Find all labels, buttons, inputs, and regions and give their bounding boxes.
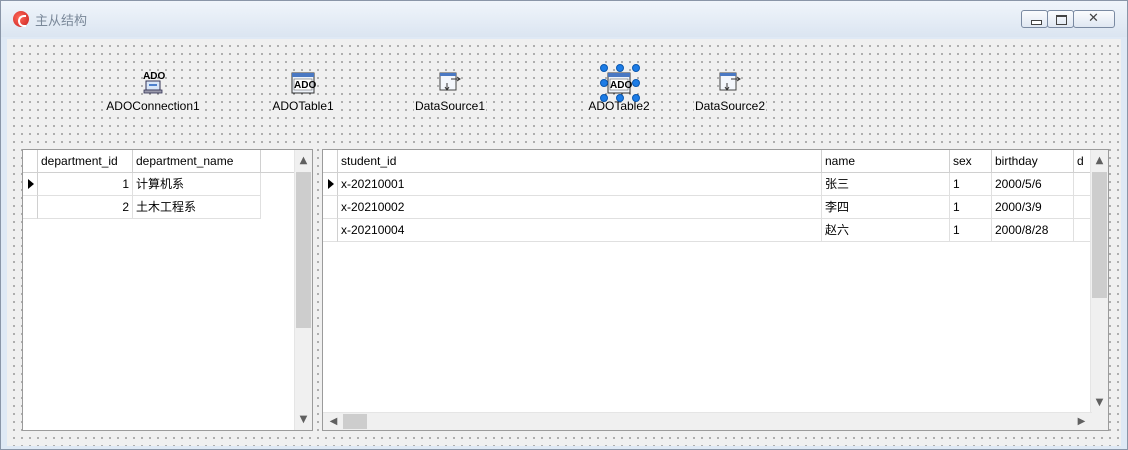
cell-sex[interactable]: 1 [950, 173, 992, 196]
component-label: DataSource2 [693, 99, 767, 113]
scroll-left-icon[interactable]: ◀ [325, 413, 342, 430]
table-row[interactable]: x-20210004 赵六 1 2000/8/28 [323, 219, 1092, 242]
minimize-icon [1031, 20, 1042, 25]
cell-department-id[interactable]: 2 [38, 196, 133, 219]
ado-table-icon: ADO [290, 69, 316, 95]
title-bar[interactable]: 主从结构 ✕ [1, 1, 1127, 37]
cell-name[interactable]: 张三 [822, 173, 950, 196]
close-button[interactable]: ✕ [1073, 10, 1115, 28]
cell-birthday[interactable]: 2000/3/9 [992, 196, 1074, 219]
cell-name[interactable]: 赵六 [822, 219, 950, 242]
form-window: 主从结构 ✕ ADO ADOConnection1 ADO ADOTable1 … [0, 0, 1128, 450]
current-row-indicator-icon [23, 173, 38, 196]
maximize-button[interactable] [1047, 10, 1074, 28]
cell-birthday[interactable]: 2000/5/6 [992, 173, 1074, 196]
datasource-icon [717, 69, 743, 95]
form-designer-surface[interactable]: ADO ADOConnection1 ADO ADOTable1 DataSou… [7, 39, 1121, 446]
ado-connection-icon: ADO [140, 69, 166, 95]
detail-grid-header: student_id name sex birthday d [323, 150, 1092, 173]
component-adoconnection1[interactable]: ADO ADOConnection1 [93, 69, 213, 113]
scroll-down-icon[interactable]: ▼ [1091, 394, 1108, 411]
scroll-thumb[interactable] [296, 172, 311, 328]
table-row[interactable]: x-20210002 李四 1 2000/3/9 [323, 196, 1092, 219]
component-datasource2[interactable]: DataSource2 [670, 69, 790, 113]
component-label: DataSource1 [413, 99, 487, 113]
scroll-down-icon[interactable]: ▼ [295, 411, 312, 428]
selection-handle[interactable] [632, 94, 640, 102]
maximize-icon [1056, 15, 1067, 25]
svg-text:ADO: ADO [294, 80, 316, 91]
datasource-icon [437, 69, 463, 95]
detail-horizontal-scrollbar[interactable]: ◀ ▶ [323, 412, 1092, 430]
row-indicator [23, 196, 38, 219]
svg-text:ADO: ADO [143, 71, 165, 82]
cell-sex[interactable]: 1 [950, 219, 992, 242]
master-dbgrid[interactable]: department_id department_name 1 计算机系 2 土… [22, 149, 313, 431]
row-indicator [323, 196, 338, 219]
cell-department-id[interactable]: 1 [38, 173, 133, 196]
ado-table-icon: ADO [600, 64, 640, 102]
cell-student-id[interactable]: x-20210004 [338, 219, 822, 242]
table-row[interactable]: 2 土木工程系 [23, 196, 261, 219]
app-logo-icon [13, 11, 29, 27]
column-header-department-name[interactable]: department_name [133, 150, 261, 172]
cell-student-id[interactable]: x-20210001 [338, 173, 822, 196]
master-vertical-scrollbar[interactable]: ▲ ▼ [294, 150, 312, 430]
column-header-sex[interactable]: sex [950, 150, 992, 172]
selection-handle[interactable] [632, 64, 640, 72]
cell-department-name[interactable]: 计算机系 [133, 173, 261, 196]
indicator-header [323, 150, 338, 172]
component-label: ADOConnection1 [105, 99, 201, 113]
cell-name[interactable]: 李四 [822, 196, 950, 219]
selection-handle[interactable] [616, 64, 624, 72]
detail-vertical-scrollbar[interactable]: ▲ ▼ [1090, 150, 1108, 413]
selection-handle[interactable] [600, 79, 608, 87]
component-adotable1[interactable]: ADO ADOTable1 [243, 69, 363, 113]
column-header-birthday[interactable]: birthday [992, 150, 1074, 172]
cell-department-name[interactable]: 土木工程系 [133, 196, 261, 219]
master-grid-header: department_id department_name [23, 150, 296, 173]
component-label: ADOTable1 [271, 99, 335, 113]
scroll-right-icon[interactable]: ▶ [1073, 413, 1090, 430]
selection-handle[interactable] [600, 64, 608, 72]
row-indicator [323, 219, 338, 242]
selection-handle[interactable] [616, 94, 624, 102]
window-title: 主从结构 [35, 14, 88, 29]
current-row-indicator-icon [323, 173, 338, 196]
column-header-name[interactable]: name [822, 150, 950, 172]
column-header-student-id[interactable]: student_id [338, 150, 822, 172]
column-header-department-id[interactable]: department_id [38, 150, 133, 172]
detail-dbgrid[interactable]: student_id name sex birthday d x-2021000… [322, 149, 1109, 431]
scrollbar-corner [1091, 413, 1108, 430]
minimize-button[interactable] [1021, 10, 1048, 28]
scroll-up-icon[interactable]: ▲ [1091, 152, 1108, 169]
scroll-thumb[interactable] [343, 414, 367, 429]
scroll-up-icon[interactable]: ▲ [295, 152, 312, 169]
indicator-header [23, 150, 38, 172]
svg-text:ADO: ADO [610, 80, 632, 91]
selection-handle[interactable] [632, 79, 640, 87]
cell-birthday[interactable]: 2000/8/28 [992, 219, 1074, 242]
cell-sex[interactable]: 1 [950, 196, 992, 219]
table-row[interactable]: x-20210001 张三 1 2000/5/6 [323, 173, 1092, 196]
table-row[interactable]: 1 计算机系 [23, 173, 261, 196]
selection-handle[interactable] [600, 94, 608, 102]
close-icon: ✕ [1088, 11, 1099, 26]
component-datasource1[interactable]: DataSource1 [390, 69, 510, 113]
cell-student-id[interactable]: x-20210002 [338, 196, 822, 219]
window-controls: ✕ [1021, 10, 1115, 28]
component-adotable2[interactable]: ADO ADOTable2 [559, 64, 679, 113]
scroll-thumb[interactable] [1092, 172, 1107, 298]
